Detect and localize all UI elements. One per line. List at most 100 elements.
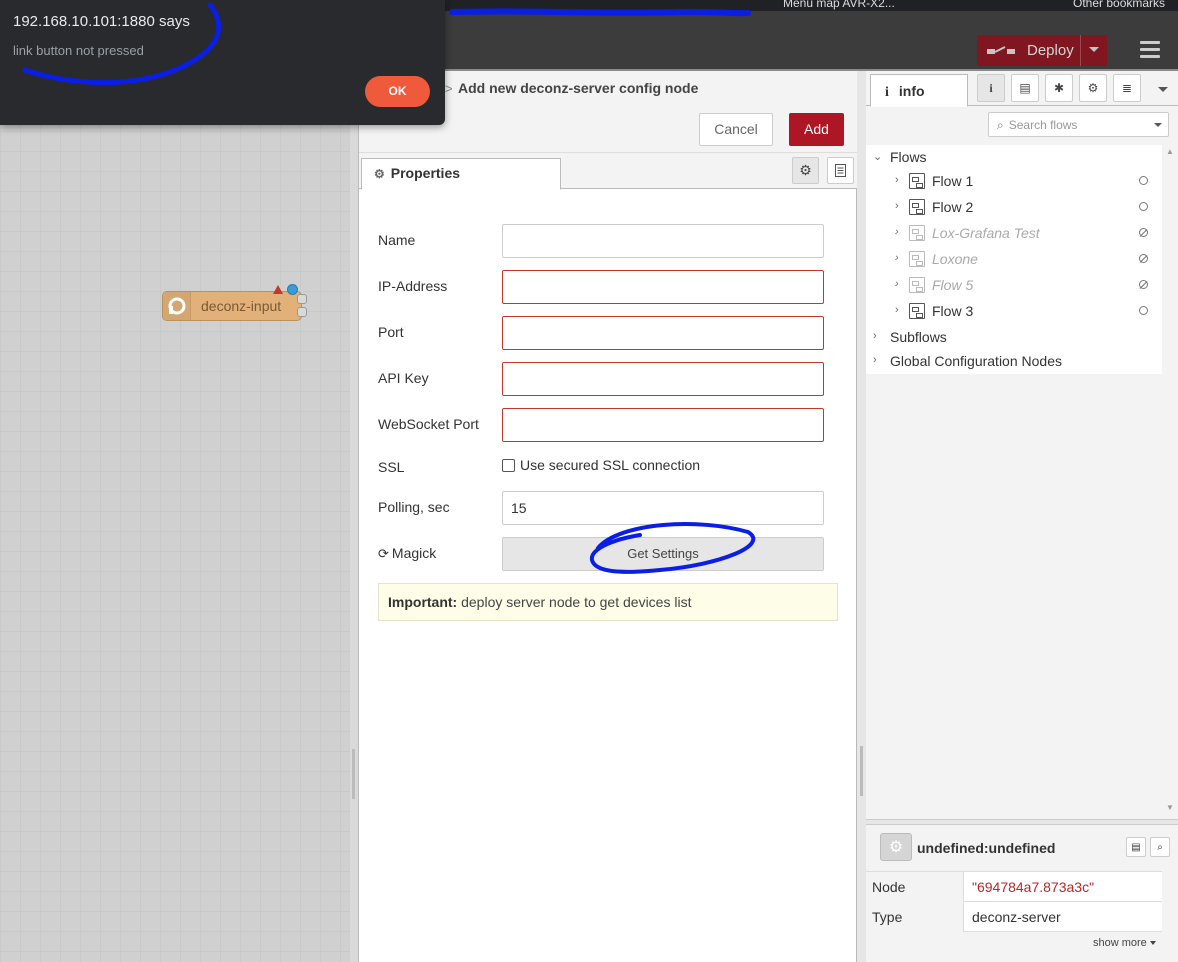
tree-global-config-section[interactable]: › Global Configuration Nodes	[866, 349, 1162, 373]
chevron-right-icon: ›	[895, 174, 899, 186]
other-bookmarks[interactable]: Other bookmarks	[1073, 0, 1165, 10]
workspace-splitter[interactable]	[350, 71, 358, 962]
ssl-checkbox[interactable]	[502, 458, 515, 472]
bookmark-item[interactable]: Menu map AVR-X2...	[783, 0, 895, 10]
info-icon: i	[885, 85, 889, 100]
tab-properties-label: Properties	[390, 165, 461, 181]
scroll-up-icon[interactable]: ▲	[1166, 147, 1174, 156]
enabled-state-icon[interactable]	[1139, 176, 1148, 185]
sidebar: i info i ▤ ✱ ⚙ ≣ ⌕ Search flows ⌄ Flows › …	[866, 71, 1178, 962]
help-tab-button[interactable]: ▤	[1011, 74, 1039, 102]
tray-splitter[interactable]	[857, 71, 866, 962]
ip-address-input[interactable]	[502, 270, 824, 304]
flow-icon	[909, 225, 925, 241]
node-reveal-button[interactable]: ⌕	[1150, 837, 1170, 857]
node-label: deconz-input	[201, 298, 282, 314]
tip-text: deploy server node to get devices list	[461, 594, 692, 610]
disabled-state-icon[interactable]	[1139, 280, 1148, 289]
node-help-button[interactable]: ▤	[1126, 837, 1146, 857]
flow-icon	[909, 303, 925, 319]
prop-value: "694784a7.873a3c"	[972, 879, 1095, 895]
deconz-input-node[interactable]: deconz-input	[162, 284, 307, 321]
book-icon: ▤	[1019, 81, 1031, 95]
search-flows-input[interactable]: ⌕ Search flows	[988, 112, 1169, 137]
info-tab-button[interactable]: i	[977, 74, 1005, 102]
search-icon: ⌕	[997, 118, 1004, 132]
deploy-button[interactable]: Deploy	[977, 35, 1107, 66]
tab-properties[interactable]: ⚙ Properties	[361, 158, 561, 190]
browser-alert-dialog: 192.168.10.101:1880 says link button not…	[0, 0, 445, 125]
flow-icon	[909, 277, 925, 293]
tree-flow-item[interactable]: › Flow 3	[866, 299, 1162, 323]
debug-tab-button[interactable]: ✱	[1045, 74, 1073, 102]
tray-title: Add new deconz-server config node	[458, 80, 699, 96]
alert-message: link button not pressed	[13, 43, 144, 58]
tree-flow-item[interactable]: › Flow 5	[866, 273, 1162, 297]
output-port[interactable]	[297, 307, 307, 317]
magick-label-text: Magick	[391, 545, 437, 561]
tree-flow-item[interactable]: › Flow 1	[866, 169, 1162, 193]
chevron-down-icon[interactable]	[1089, 47, 1099, 52]
node-description-button[interactable]	[827, 157, 854, 184]
polling-input[interactable]: 15	[502, 491, 824, 525]
gear-icon: ⚙	[374, 167, 385, 181]
output-port[interactable]	[297, 294, 307, 304]
get-settings-button[interactable]: Get Settings	[502, 537, 824, 571]
flow-label: Flow 2	[932, 199, 974, 215]
form-row-magick: ⟳ Magick Get Settings	[378, 537, 838, 571]
magick-label: ⟳ Magick	[378, 545, 436, 562]
tree-global-config-label: Global Configuration Nodes	[890, 353, 1062, 369]
tree-flow-item[interactable]: › Flow 2	[866, 195, 1162, 219]
alert-ok-button[interactable]: OK	[365, 76, 430, 107]
api-key-label: API Key	[378, 370, 429, 386]
enabled-state-icon[interactable]	[1139, 202, 1148, 211]
sidebar-scrollbar[interactable]: ▲ ▼	[1162, 145, 1178, 815]
form-row-wsport: WebSocket Port	[378, 408, 838, 442]
context-tab-button[interactable]: ≣	[1113, 74, 1141, 102]
form-row-ssl: SSL Use secured SSL connection	[378, 451, 838, 485]
editor-tray: > Add new deconz-server config node Canc…	[358, 71, 858, 962]
tree-flow-item[interactable]: › Loxone	[866, 247, 1162, 271]
alert-title: 192.168.10.101:1880 says	[13, 13, 190, 30]
chevron-right-icon: ›	[895, 252, 899, 264]
disabled-state-icon[interactable]	[1139, 228, 1148, 237]
websocket-port-label: WebSocket Port	[378, 416, 479, 432]
disabled-state-icon[interactable]	[1139, 254, 1148, 263]
tree-subflows-section[interactable]: › Subflows	[866, 325, 1162, 349]
config-tab-button[interactable]: ⚙	[1079, 74, 1107, 102]
table-row: Node "694784a7.873a3c"	[866, 872, 1162, 902]
node-settings-button[interactable]: ⚙	[792, 157, 819, 184]
tree-flows-section[interactable]: ⌄ Flows	[866, 145, 1162, 169]
websocket-port-input[interactable]	[502, 408, 824, 442]
api-key-input[interactable]	[502, 362, 824, 396]
scroll-down-icon[interactable]: ▼	[1166, 803, 1174, 812]
workspace-canvas[interactable]: deconz-input	[0, 71, 350, 962]
prop-key: Type	[866, 902, 964, 932]
enabled-state-icon[interactable]	[1139, 306, 1148, 315]
ssl-label: SSL	[378, 459, 405, 475]
flow-label: Loxone	[932, 251, 978, 267]
name-label: Name	[378, 232, 416, 248]
chevron-down-icon[interactable]	[1158, 87, 1168, 92]
flow-icon	[909, 199, 925, 215]
show-more-link[interactable]: show more	[1093, 937, 1156, 949]
tab-info[interactable]: i info	[870, 74, 968, 107]
ssl-checkbox-row[interactable]: Use secured SSL connection	[502, 457, 700, 473]
flow-icon	[909, 251, 925, 267]
port-input[interactable]	[502, 316, 824, 350]
name-input[interactable]	[502, 224, 824, 258]
hamburger-menu-icon[interactable]	[1140, 41, 1160, 59]
form-row-ip: IP-Address	[378, 270, 838, 304]
tree-flow-item[interactable]: › Lox-Grafana Test	[866, 221, 1162, 245]
search-placeholder: Search flows	[1008, 118, 1078, 132]
deploy-icon	[987, 44, 1017, 58]
prop-key: Node	[866, 872, 964, 902]
bug-icon: ✱	[1053, 81, 1065, 95]
chevron-right-icon: ›	[895, 200, 899, 212]
flow-label: Flow 1	[932, 173, 974, 189]
form-row-port: Port	[378, 316, 838, 350]
chevron-down-icon[interactable]	[1154, 123, 1162, 127]
cancel-button[interactable]: Cancel	[699, 113, 773, 146]
add-button[interactable]: Add	[789, 113, 844, 146]
port-label: Port	[378, 324, 404, 340]
